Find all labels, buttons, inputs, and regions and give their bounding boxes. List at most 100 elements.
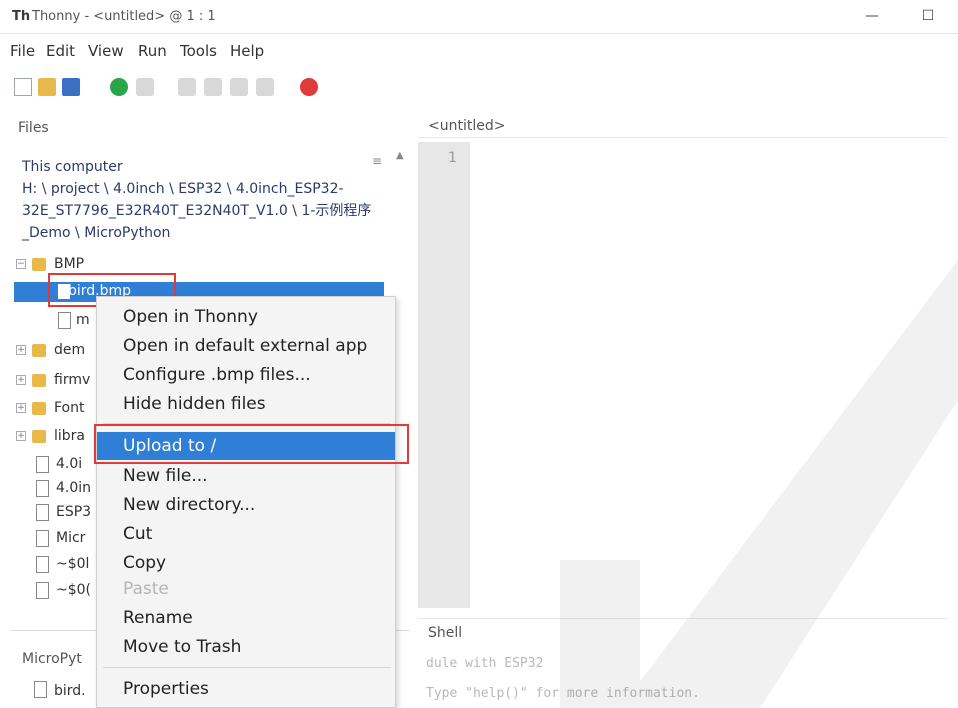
- step-over-icon[interactable]: [178, 78, 196, 96]
- expand-icon[interactable]: +: [16, 345, 26, 355]
- device-file-label[interactable]: bird.: [54, 683, 86, 699]
- open-folder-icon[interactable]: [38, 78, 56, 96]
- file-icon: [36, 582, 49, 599]
- menu-item-label: Properties: [123, 679, 209, 699]
- shell-output-line: Type "help()" for more information.: [426, 686, 700, 701]
- folder-icon: [32, 402, 46, 415]
- tree-label: Font: [54, 400, 85, 416]
- menu-item-label: Move to Trash: [123, 637, 242, 657]
- context-menu: Open in Thonny Open in default external …: [96, 296, 396, 708]
- menu-view[interactable]: View: [88, 42, 124, 60]
- step-into-icon[interactable]: [204, 78, 222, 96]
- toolbar: [0, 70, 958, 104]
- menu-item-label: Cut: [123, 524, 153, 544]
- file-icon: [58, 312, 71, 329]
- tree-folder-font[interactable]: + Font: [16, 398, 96, 422]
- folder-icon: [32, 430, 46, 443]
- menu-hide-hidden-files[interactable]: Hide hidden files: [97, 390, 395, 418]
- expand-icon[interactable]: +: [16, 431, 26, 441]
- tree-file-m[interactable]: m: [16, 310, 96, 334]
- menu-edit[interactable]: Edit: [46, 42, 75, 60]
- menu-new-directory[interactable]: New directory...: [97, 491, 395, 519]
- menu-bar: File Edit View Run Tools Help: [0, 38, 958, 66]
- micropython-tab[interactable]: MicroPyt: [22, 651, 82, 667]
- line-number-gutter: [418, 142, 470, 608]
- tree-file[interactable]: Micr: [16, 528, 96, 552]
- file-icon: [36, 530, 49, 547]
- stop-icon[interactable]: [300, 78, 318, 96]
- new-file-icon[interactable]: [14, 78, 32, 96]
- files-tab[interactable]: Files: [18, 120, 49, 136]
- folder-icon: [32, 344, 46, 357]
- expand-icon[interactable]: +: [16, 375, 26, 385]
- menu-configure-bmp[interactable]: Configure .bmp files...: [97, 361, 395, 389]
- tree-folder-firmware[interactable]: + firmv: [16, 370, 96, 394]
- save-icon[interactable]: [62, 78, 80, 96]
- menu-rename[interactable]: Rename: [97, 604, 395, 632]
- step-out-icon[interactable]: [230, 78, 248, 96]
- editor-tab-untitled[interactable]: <untitled>: [428, 118, 505, 134]
- menu-new-file[interactable]: New file...: [97, 462, 395, 490]
- tree-label: BMP: [54, 256, 85, 272]
- menu-paste[interactable]: Paste: [97, 575, 395, 603]
- tree-folder-dem[interactable]: + dem: [16, 340, 96, 364]
- editor-tab-bar: <untitled>: [418, 112, 948, 138]
- menu-item-label: Copy: [123, 553, 167, 573]
- tree-file[interactable]: ~$0l: [16, 554, 96, 578]
- file-icon: [36, 504, 49, 521]
- shell-console[interactable]: dule with ESP32 Type "help()" for more i…: [418, 648, 948, 708]
- location-heading: This computer: [22, 159, 123, 175]
- debug-icon[interactable]: [136, 78, 154, 96]
- window-title: Thonny - <untitled> @ 1 : 1: [32, 9, 216, 24]
- menu-cut[interactable]: Cut: [97, 520, 395, 548]
- menu-help[interactable]: Help: [230, 42, 264, 60]
- tree-label: dem: [54, 342, 86, 358]
- tree-label: 4.0in: [56, 480, 92, 496]
- menu-item-label: Hide hidden files: [123, 394, 266, 414]
- tree-file[interactable]: ESP3: [16, 502, 96, 526]
- collapse-icon[interactable]: −: [16, 259, 26, 269]
- maximize-button[interactable]: ☐: [916, 6, 940, 28]
- menu-move-to-trash[interactable]: Move to Trash: [97, 633, 395, 661]
- tree-label: ~$0(: [56, 582, 92, 598]
- thonny-logo-icon: Th: [12, 9, 31, 24]
- file-icon: [36, 480, 49, 497]
- menu-run[interactable]: Run: [138, 42, 167, 60]
- tree-file[interactable]: ~$0(: [16, 580, 96, 604]
- highlight-box-upload: [94, 424, 409, 464]
- menu-tools[interactable]: Tools: [180, 42, 217, 60]
- code-editor[interactable]: [470, 142, 948, 608]
- menu-file[interactable]: File: [10, 42, 35, 60]
- menu-item-label: New file...: [123, 466, 208, 486]
- tree-label: firmv: [54, 372, 91, 388]
- menu-open-default-app[interactable]: Open in default external app: [97, 332, 395, 360]
- expand-icon[interactable]: +: [16, 403, 26, 413]
- tree-label: ESP3: [56, 504, 92, 520]
- menu-properties[interactable]: Properties: [97, 675, 395, 703]
- tree-file[interactable]: 4.0i: [16, 454, 96, 478]
- resume-icon[interactable]: [256, 78, 274, 96]
- folder-icon: [32, 258, 46, 271]
- file-icon: [36, 556, 49, 573]
- file-icon: [34, 681, 47, 698]
- menu-item-label: Open in Thonny: [123, 307, 258, 327]
- shell-tab[interactable]: Shell: [428, 625, 462, 641]
- minimize-button[interactable]: —: [860, 6, 884, 28]
- tree-label: Micr: [56, 530, 86, 546]
- menu-copy[interactable]: Copy: [97, 549, 395, 577]
- tree-file[interactable]: 4.0in: [16, 478, 96, 502]
- scroll-up-icon[interactable]: ▲: [396, 150, 404, 161]
- shell-output-line: dule with ESP32: [426, 656, 544, 671]
- menu-separator: [103, 667, 391, 668]
- file-icon: [36, 456, 49, 473]
- tree-label: ~$0l: [56, 556, 90, 572]
- menu-item-label: Paste: [123, 579, 169, 599]
- menu-open-in-thonny[interactable]: Open in Thonny: [97, 303, 395, 331]
- tree-folder-library[interactable]: + libra: [16, 426, 96, 450]
- tree-label: 4.0i: [56, 456, 83, 472]
- current-path: This computer H: \ project \ 4.0inch \ E…: [22, 156, 397, 244]
- run-icon[interactable]: [110, 78, 128, 96]
- menu-item-label: New directory...: [123, 495, 256, 515]
- line-number: 1: [448, 150, 457, 166]
- path-breadcrumb[interactable]: H: \ project \ 4.0inch \ ESP32 \ 4.0inch…: [22, 178, 397, 244]
